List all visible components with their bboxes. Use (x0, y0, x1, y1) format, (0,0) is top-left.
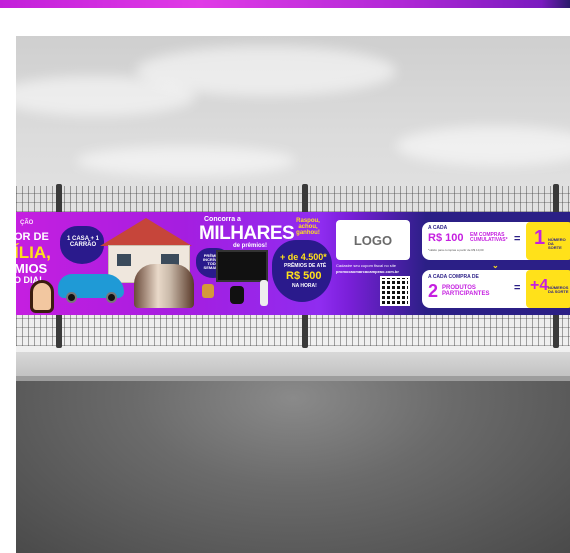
fence-mesh-top (16, 186, 570, 212)
offer2-num: +4 (530, 277, 549, 294)
instant-desc: PRÊMIOS DE ATÉ (284, 263, 327, 269)
offer1-num: 1 (534, 227, 546, 249)
heart-label: 1 CASA + 1 CARRÃO (67, 236, 99, 248)
instant-note: NA HORA! (292, 283, 317, 289)
headline-small: Concorra a (204, 216, 241, 223)
house-window (117, 254, 131, 266)
cloud (136, 46, 396, 96)
air-fryer (230, 286, 244, 304)
billboard-photo: ÇÃO OR DE ÍLIA, MIOS O DIA! 1 CASA + 1 C… (16, 36, 570, 553)
asphalt-road (16, 381, 570, 553)
promo-banner: ÇÃO OR DE ÍLIA, MIOS O DIA! 1 CASA + 1 C… (16, 212, 570, 315)
left-tag: ÇÃO (20, 220, 34, 226)
cloud (396, 126, 570, 166)
offer2-small: A CADA COMPRA DE (428, 274, 479, 280)
offer1-small: A CADA (428, 225, 448, 231)
car-wheel (66, 292, 77, 303)
qr-code (380, 276, 410, 306)
logo-box: LOGO (336, 220, 410, 260)
headline-big: MILHARES (199, 223, 295, 244)
couple-photo (134, 264, 194, 308)
offer1-eq: = (514, 233, 521, 245)
offer2-value: 2 (428, 281, 439, 301)
tv (216, 250, 268, 282)
offer2-num-label: NÚMEROS DA SORTE (548, 285, 569, 294)
mascot-figure (30, 280, 54, 313)
offer1-value: R$ 100 (428, 232, 464, 244)
register-text: Cadastre seu cupom fiscal no site (336, 263, 397, 268)
headline-sub: de prêmios! (233, 243, 268, 249)
offer2-desc: PRODUTOS PARTICIPANTES (442, 285, 490, 297)
chevron-down-icon: ⌄ (492, 261, 499, 270)
left-line: ÍLIA, (16, 243, 51, 262)
speaker (202, 284, 214, 298)
instant-value: R$ 500 (286, 270, 322, 282)
house-roof (100, 218, 192, 246)
left-line: MIOS (16, 261, 48, 276)
offer2-eq: = (514, 282, 521, 294)
offer-card-1: A CADA R$ 100 EM COMPRAS CUMULATIVAS* *v… (422, 222, 570, 260)
offer1-desc: EM COMPRAS CUMULATIVAS* (470, 232, 508, 243)
car-wheel (106, 292, 117, 303)
vacuum (260, 280, 268, 306)
left-line: OR DE (16, 231, 49, 243)
offer1-num-label: NÚMERO DA SORTE (548, 237, 566, 250)
instant-tag: Raspou, achou, ganhou! (296, 218, 320, 236)
fence-mesh-bottom (16, 314, 570, 346)
top-decorative-strip (0, 0, 570, 8)
offer1-note: *válido para compras a partir de R$ 10,0… (428, 248, 484, 252)
offer-card-2: A CADA COMPRA DE 2 PRODUTOS PARTICIPANTE… (422, 270, 570, 308)
instant-count: + de 4.500* (280, 252, 327, 262)
cloud (76, 146, 296, 176)
qr-pattern (382, 278, 408, 304)
site-url: promocaomarcacampeao.com.br (336, 269, 399, 274)
